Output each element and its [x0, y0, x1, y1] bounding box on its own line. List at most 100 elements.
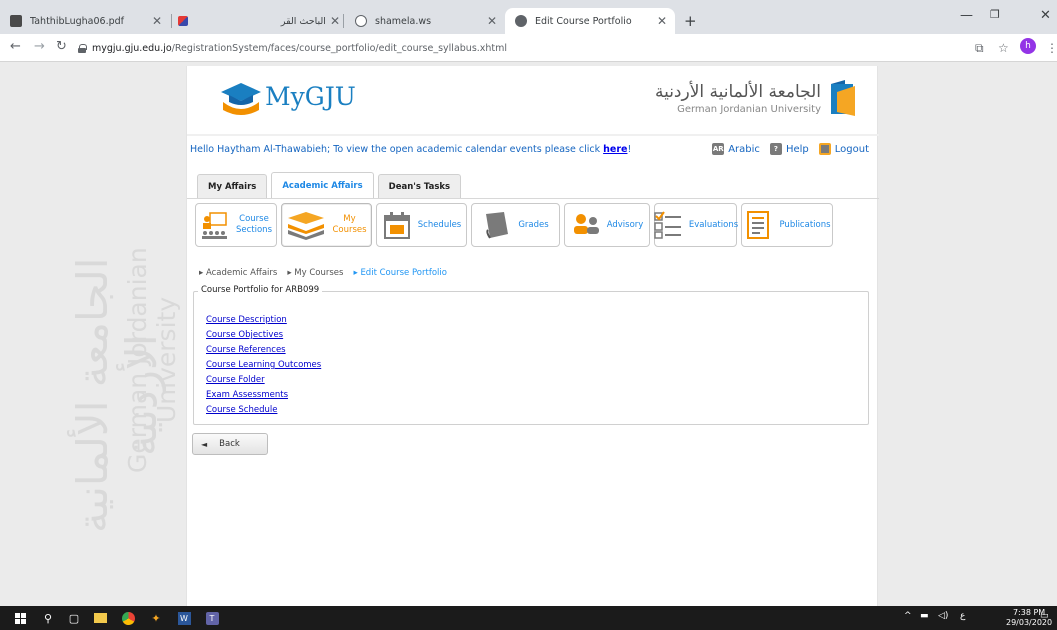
books-icon — [288, 212, 325, 240]
teams-icon[interactable]: T — [204, 610, 220, 626]
module-label: Grades — [518, 219, 549, 230]
course-objectives-link[interactable]: Course Objectives — [206, 328, 321, 343]
menu-icon[interactable]: ⋮ — [1046, 41, 1057, 55]
module-label: Courses — [332, 225, 367, 235]
module-label: Publications — [779, 219, 831, 230]
browser-tab-strip: TahthibLugha06.pdf ✕ الباحث القرآني ✕ sh… — [0, 0, 1057, 34]
logout-icon — [818, 143, 831, 155]
mygju-logo-text[interactable]: MyGJU — [265, 82, 356, 111]
logout-link[interactable]: Logout — [835, 144, 869, 155]
module-label: Evaluations — [688, 219, 739, 230]
tab-deans-tasks[interactable]: Dean's Tasks — [377, 174, 462, 198]
browser-tab[interactable]: shamela.ws ✕ — [345, 8, 505, 34]
scroll-icon — [486, 212, 509, 239]
tab-academic-affairs[interactable]: Academic Affairs — [271, 172, 374, 198]
checklist-icon — [654, 211, 681, 239]
globe-icon — [355, 15, 367, 27]
browser-tab[interactable]: الباحث القرآني ✕ — [190, 8, 340, 34]
volume-icon[interactable]: ◁) — [938, 611, 948, 621]
publications-icon — [747, 211, 770, 239]
help-icon: ? — [769, 143, 782, 155]
advisory-button[interactable]: Advisory — [564, 203, 650, 247]
close-icon[interactable]: ✕ — [657, 14, 667, 28]
module-label: Course — [239, 214, 269, 225]
university-name-english: German Jordanian University — [677, 104, 821, 115]
publications-button[interactable]: Publications — [741, 203, 833, 247]
close-icon[interactable]: ✕ — [330, 14, 340, 28]
windows-start-icon[interactable] — [12, 610, 28, 626]
search-icon[interactable]: ⚲ — [40, 610, 56, 626]
close-icon[interactable]: ✕ — [152, 14, 162, 28]
module-buttons: Course Sections My Courses Schedules Gra… — [195, 203, 833, 247]
new-tab-button[interactable]: + — [684, 12, 697, 30]
course-schedule-link[interactable]: Course Schedule — [206, 403, 321, 418]
address-bar[interactable]: mygju.gju.edu.jo/RegistrationSystem/face… — [78, 38, 958, 58]
course-folder-link[interactable]: Course Folder — [206, 373, 321, 388]
browser-toolbar: ← → ↻ mygju.gju.edu.jo/RegistrationSyste… — [0, 34, 1057, 62]
module-label: Schedules — [417, 219, 462, 230]
browser-tab[interactable] — [172, 8, 188, 34]
course-learning-outcomes-link[interactable]: Course Learning Outcomes — [206, 358, 321, 373]
browser-tab-active[interactable]: Edit Course Portfolio ✕ — [505, 8, 675, 34]
pdf-icon — [10, 15, 22, 27]
minimize-button[interactable]: — — [960, 8, 973, 23]
window-close-button[interactable]: ✕ — [1040, 8, 1051, 23]
task-view-icon[interactable]: ▢ — [66, 610, 82, 626]
main-tabs: My Affairs Academic Affairs Dean's Tasks — [197, 172, 465, 198]
lock-icon — [78, 43, 87, 53]
breadcrumb-item[interactable]: ▸ My Courses — [287, 268, 343, 278]
browser-tab-title: Edit Course Portfolio — [535, 15, 632, 27]
advisory-people-icon — [573, 214, 599, 234]
profile-avatar[interactable]: h — [1020, 38, 1036, 54]
file-explorer-icon[interactable] — [92, 610, 108, 626]
calendar-here-link[interactable]: here — [603, 144, 627, 155]
chevron-up-icon[interactable]: ^ — [904, 611, 912, 621]
course-references-link[interactable]: Course References — [206, 343, 321, 358]
close-icon[interactable]: ✕ — [487, 14, 497, 28]
url-host: mygju.gju.edu.jo — [92, 42, 172, 54]
background-watermark: الجامعة الألمانية الأردنية German Jordan… — [68, 200, 181, 590]
back-button[interactable]: ◄ Back — [192, 433, 268, 455]
translate-icon[interactable]: ⧉ — [975, 41, 984, 56]
course-portfolio-panel: Course Portfolio for ARB099 Course Descr… — [193, 285, 869, 425]
back-arrow-icon[interactable]: ← — [10, 39, 21, 54]
grades-button[interactable]: Grades — [471, 203, 560, 247]
reload-icon[interactable]: ↻ — [56, 39, 67, 54]
watermark-english: German Jordanian University — [123, 247, 181, 473]
tab-my-affairs[interactable]: My Affairs — [197, 174, 268, 198]
app-icon[interactable]: ✦ — [148, 610, 164, 626]
gju-logo-icon — [831, 80, 855, 116]
schedules-button[interactable]: Schedules — [376, 203, 467, 247]
course-description-link[interactable]: Course Description — [206, 313, 321, 328]
chrome-icon[interactable] — [120, 610, 136, 626]
back-button-label: Back — [219, 439, 240, 449]
browser-tab[interactable]: TahthibLugha06.pdf ✕ — [0, 8, 170, 34]
notifications-icon[interactable]: ▭ — [1040, 611, 1049, 621]
forward-arrow-icon[interactable]: → — [34, 39, 45, 54]
language-indicator[interactable]: ع — [960, 611, 965, 621]
graduation-cap-icon — [221, 83, 261, 115]
maximize-button[interactable]: ❐ — [990, 8, 1000, 21]
arabic-icon: AR — [712, 143, 725, 155]
windows-taskbar: ⚲ ▢ ✦ W T ^ ▬ ◁) ع 7:38 PM 29/03/2020 ▭ — [0, 606, 1057, 630]
course-sections-icon — [201, 212, 227, 239]
portfolio-links: Course Description Course Objectives Cou… — [206, 313, 321, 418]
word-icon[interactable]: W — [176, 610, 192, 626]
battery-icon[interactable]: ▬ — [920, 611, 929, 621]
module-label: Advisory — [606, 219, 644, 230]
arabic-link[interactable]: Arabic — [728, 144, 760, 155]
module-label: My — [343, 214, 356, 225]
help-link[interactable]: Help — [786, 144, 809, 155]
my-courses-button[interactable]: My Courses — [281, 203, 372, 247]
course-sections-button[interactable]: Course Sections — [195, 203, 277, 247]
top-links: AR Arabic ? Help Logout — [712, 143, 869, 155]
star-icon[interactable]: ☆ — [998, 41, 1009, 55]
evaluations-button[interactable]: Evaluations — [654, 203, 739, 247]
breadcrumb-item[interactable]: ▸ Academic Affairs — [199, 268, 277, 278]
calendar-icon — [383, 212, 410, 239]
browser-tab-title: TahthibLugha06.pdf — [30, 15, 125, 27]
browser-tab-title: shamela.ws — [375, 15, 432, 27]
greeting-suffix: ! — [627, 144, 632, 155]
exam-assessments-link[interactable]: Exam Assessments — [206, 388, 321, 403]
globe-icon — [515, 15, 527, 27]
